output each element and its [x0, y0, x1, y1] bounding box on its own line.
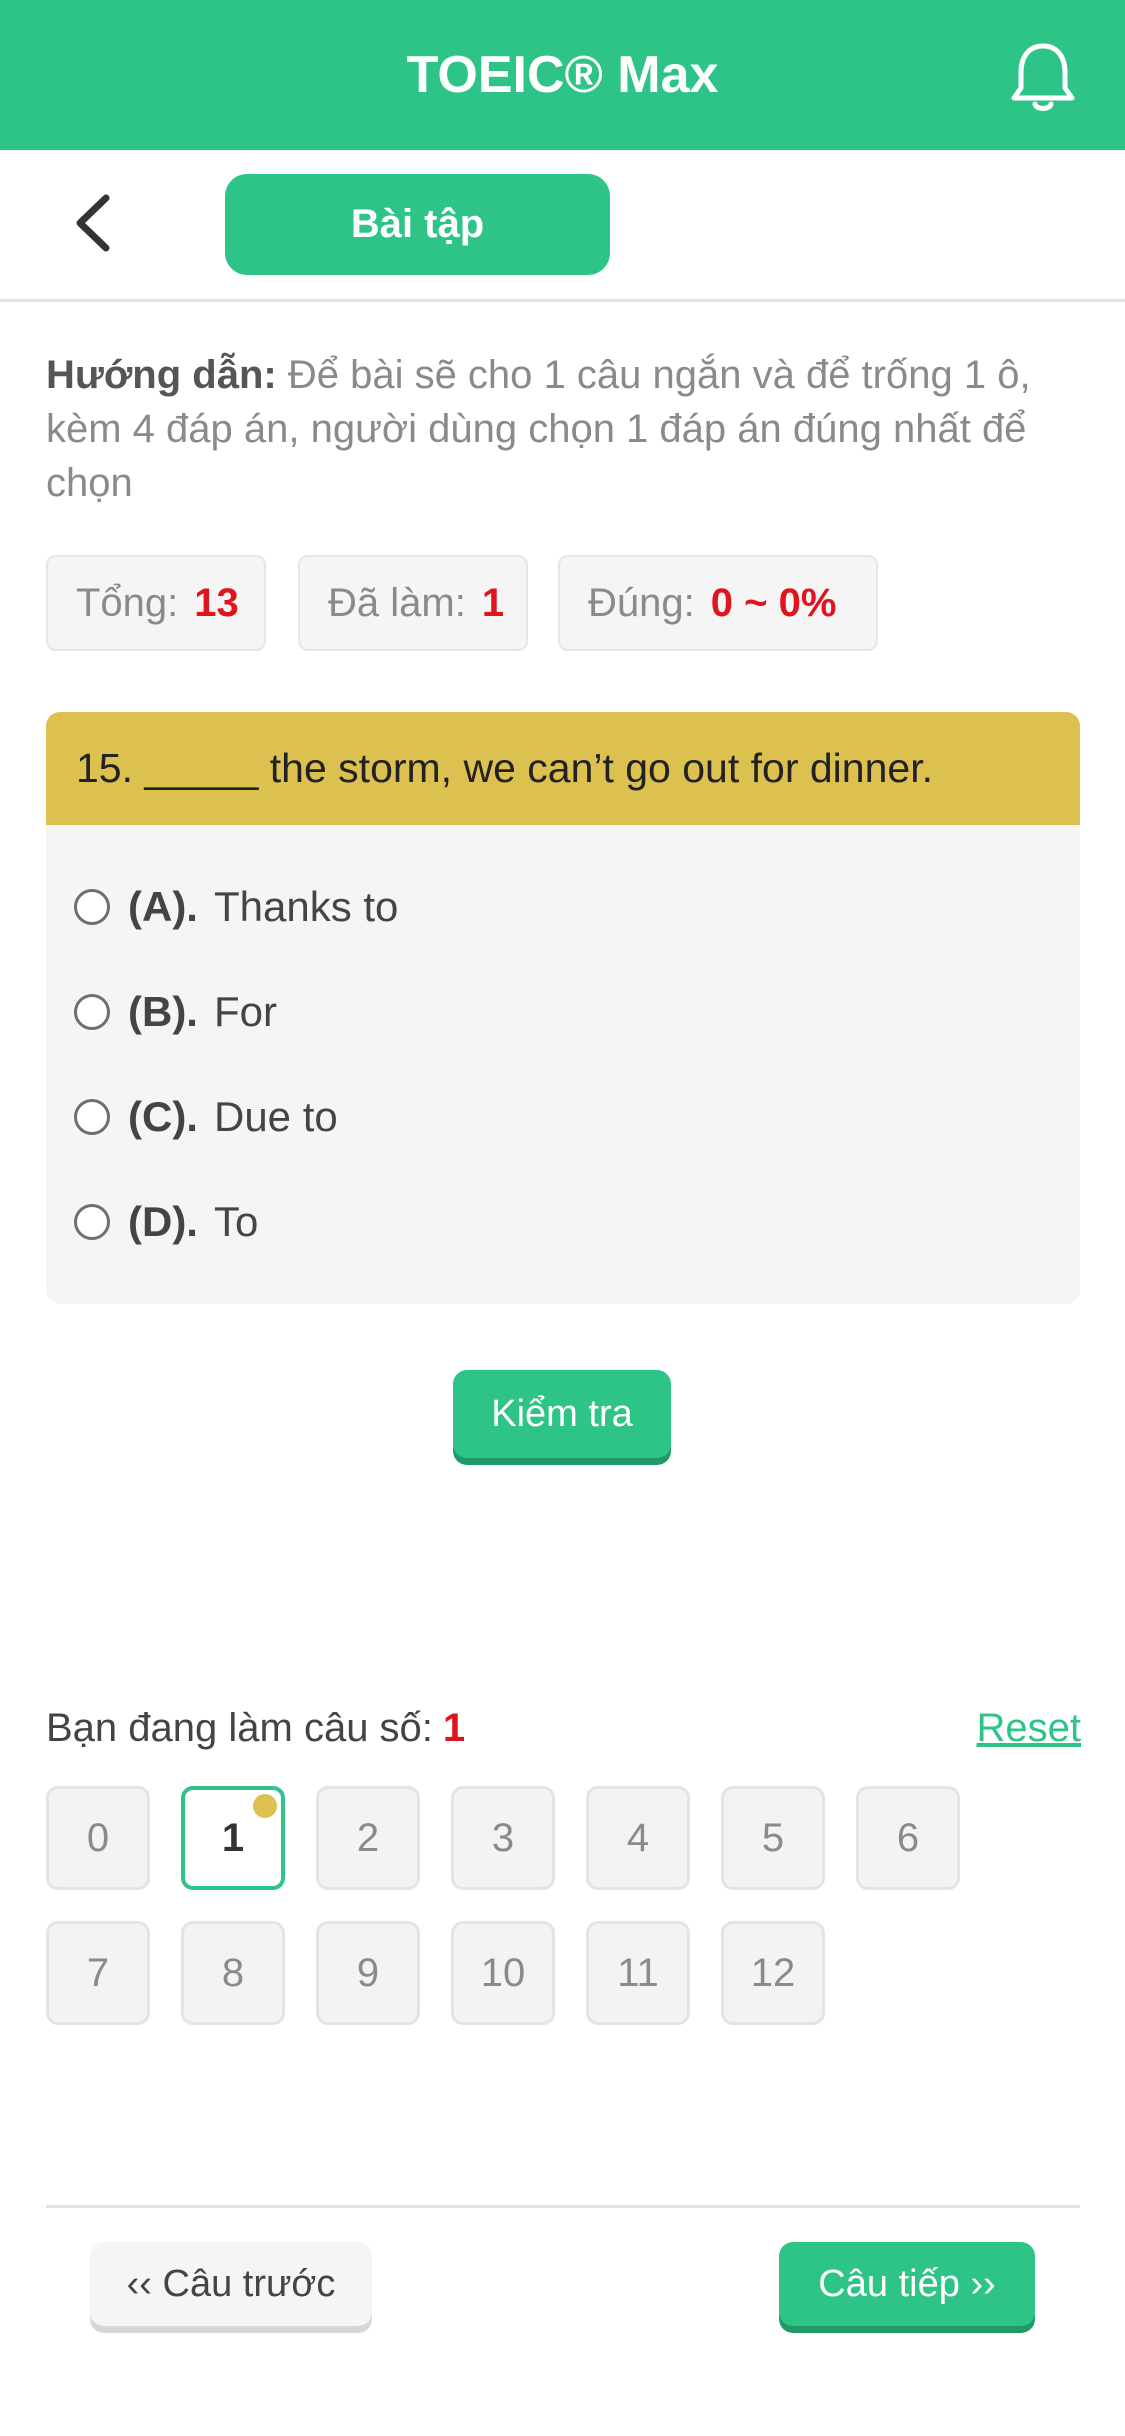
check-button[interactable]: Kiểm tra: [453, 1370, 671, 1458]
reset-link[interactable]: Reset: [975, 1700, 1082, 1756]
question-grid-item[interactable]: 12: [721, 1921, 825, 2025]
option-text: Thanks to: [213, 883, 399, 930]
current-question-number: 1: [442, 1706, 466, 1750]
footer-divider: [46, 2205, 1080, 2208]
question-grid-item[interactable]: 10: [451, 1921, 555, 2025]
question-text: 15. _____ the storm, we can’t go out for…: [46, 712, 1080, 825]
instructions-label: Hướng dẫn:: [46, 353, 277, 397]
back-arrow-icon[interactable]: [62, 188, 122, 258]
tab-exercise[interactable]: Bài tập: [225, 174, 610, 275]
stat-correct-value: 0 ~ 0%: [710, 580, 837, 625]
option-text: For: [213, 988, 277, 1035]
radio-button[interactable]: [74, 1099, 110, 1135]
option-c[interactable]: (C). Due to: [74, 1082, 338, 1152]
option-text: Due to: [213, 1093, 338, 1140]
stat-total-value: 13: [194, 580, 239, 625]
question-grid-item[interactable]: 0: [46, 1786, 150, 1890]
previous-question-button[interactable]: ‹‹ Câu trước: [90, 2242, 372, 2326]
option-d[interactable]: (D). To: [74, 1187, 258, 1257]
question-grid-item[interactable]: 8: [181, 1921, 285, 2025]
stat-correct: Đúng: 0 ~ 0%: [558, 555, 878, 651]
radio-button[interactable]: [74, 1204, 110, 1240]
stat-done: Đã làm: 1: [298, 555, 528, 651]
question-grid-item-active[interactable]: 1: [181, 1786, 285, 1890]
radio-button[interactable]: [74, 994, 110, 1030]
next-question-button[interactable]: Câu tiếp ››: [779, 2242, 1035, 2326]
stat-done-label: Đã làm:: [328, 580, 466, 625]
question-grid-item[interactable]: 11: [586, 1921, 690, 2025]
option-key: (D).: [128, 1198, 198, 1245]
bell-icon[interactable]: [1008, 38, 1078, 114]
question-grid-item[interactable]: 3: [451, 1786, 555, 1890]
app-title: TOEIC® Max: [406, 46, 719, 104]
question-grid-item[interactable]: 9: [316, 1921, 420, 2025]
question-grid-item-number: 1: [221, 1815, 245, 1860]
radio-button[interactable]: [74, 889, 110, 925]
stat-correct-label: Đúng:: [588, 580, 695, 625]
stat-total-label: Tổng:: [76, 580, 179, 625]
stat-done-value: 1: [481, 580, 505, 625]
question-grid-item[interactable]: 2: [316, 1786, 420, 1890]
option-b[interactable]: (B). For: [74, 977, 277, 1047]
question-grid-item[interactable]: 4: [586, 1786, 690, 1890]
option-a[interactable]: (A). Thanks to: [74, 872, 398, 942]
option-key: (B).: [128, 988, 198, 1035]
answered-dot: [253, 1794, 277, 1818]
app-header: TOEIC® Max: [0, 0, 1125, 150]
question-card: 15. _____ the storm, we can’t go out for…: [46, 712, 1080, 1304]
option-key: (A).: [128, 883, 198, 930]
current-question-text: Bạn đang làm câu số:: [46, 1706, 433, 1750]
stat-total: Tổng: 13: [46, 555, 266, 651]
current-question-label: Bạn đang làm câu số: 1: [46, 1700, 465, 1756]
question-grid-item[interactable]: 7: [46, 1921, 150, 2025]
question-grid-item[interactable]: 6: [856, 1786, 960, 1890]
instructions: Hướng dẫn: Để bài sẽ cho 1 câu ngắn và đ…: [46, 348, 1086, 510]
option-text: To: [213, 1198, 259, 1245]
option-key: (C).: [128, 1093, 198, 1140]
question-grid-item[interactable]: 5: [721, 1786, 825, 1890]
sub-navigation: Bài tập: [0, 150, 1125, 302]
